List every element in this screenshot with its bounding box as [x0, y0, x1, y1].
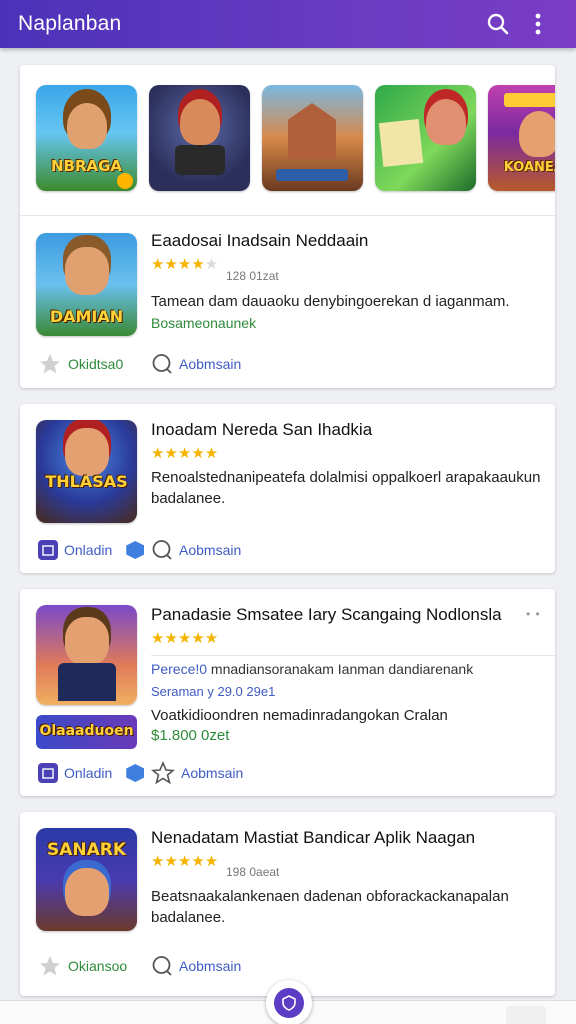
app-icon[interactable]: DAMIAN	[36, 233, 137, 336]
calendar-icon	[38, 540, 58, 560]
install-button[interactable]: Onladin	[38, 762, 145, 784]
app-title-text[interactable]: Nenadatam Mastiat Bandicar Aplik Naagan	[151, 828, 541, 848]
app-title-text[interactable]: Eaadosai Inadsain Neddaain	[151, 231, 541, 251]
comment-button-label: Aobmsain	[179, 542, 242, 558]
favorite-button[interactable]: Aobmsain	[151, 761, 244, 785]
comment-button-label: Aobmsain	[179, 356, 242, 372]
game-carousel[interactable]: NBRAGA KOANEAS	[36, 85, 555, 193]
comment-icon	[152, 540, 172, 560]
star-outline-icon	[40, 956, 60, 976]
app-icon[interactable]: SANARK	[36, 828, 137, 931]
more-vert-icon[interactable]	[518, 4, 558, 44]
comment-button[interactable]: Aobmsain	[151, 955, 241, 977]
app-tagline: Perece!0 mnadiansoranakam Ianman dandiar…	[151, 661, 474, 677]
divider	[20, 215, 555, 216]
carousel-thumb[interactable]	[149, 85, 250, 191]
app-description: Renoalstednanipeatefa dolalmisi oppalkoe…	[151, 469, 541, 507]
rating-stars: ★★★★★	[151, 853, 219, 870]
favorite-button-label: Aobmsain	[181, 765, 244, 781]
calendar-icon	[38, 763, 58, 783]
app-icon-label: SANARK	[46, 840, 127, 860]
app-description: Beatsnaakalankenaen dadenan obforackacka…	[151, 888, 509, 926]
comment-button-label: Aobmsain	[179, 958, 242, 974]
home-fab[interactable]	[266, 980, 312, 1024]
install-button-label: Onladin	[64, 765, 113, 781]
app-icon-label: THLASAS	[45, 472, 128, 491]
comment-button[interactable]: Aobmsain	[151, 353, 241, 375]
app-description: Voatkidioondren nemadinradangokan Cralan	[151, 707, 448, 724]
rating-stars: ★★★★★	[151, 256, 219, 273]
app-card: Olaaaduoen Panadasie Smsatee Iary Scanga…	[20, 589, 555, 796]
app-icon[interactable]	[36, 605, 137, 705]
rating-button-label: Okiansoo	[68, 958, 128, 974]
more-dots-icon[interactable]: • •	[526, 607, 541, 621]
rating-stars: ★★★★★	[151, 630, 219, 647]
app-subtitle: Bosameonaunek	[151, 315, 257, 331]
comment-icon	[152, 354, 172, 374]
rating-button[interactable]: Okidtsa0	[38, 353, 123, 375]
app-title-text[interactable]: Inoadam Nereda San Ihadkia	[151, 420, 541, 440]
app-card: SANARK Nenadatam Mastiat Bandicar Aplik …	[20, 812, 555, 996]
rating-button-label: Okidtsa0	[68, 356, 124, 372]
shield-icon	[282, 995, 296, 1011]
star-outline-icon	[40, 354, 60, 374]
app-title-text[interactable]: Panadasie Smsatee Iary Scangaing Nodlons…	[151, 605, 521, 625]
rating-button[interactable]: Okiansoo	[38, 955, 127, 977]
thumb-label: KOANEAS	[503, 160, 555, 175]
carousel-thumb[interactable]	[375, 85, 476, 191]
app-icon-label: Olaaaduoen	[39, 723, 134, 739]
app-card: THLASAS Inoadam Nereda San Ihadkia ★★★★★…	[20, 404, 555, 573]
featured-card: NBRAGA KOANEAS DAMIAN Eaadosai Inadsain …	[20, 65, 555, 388]
install-button[interactable]: Onladin	[38, 539, 145, 561]
corner-button[interactable]	[506, 1006, 546, 1024]
star-outline-icon	[151, 761, 175, 785]
app-description: Tamean dam dauaoku denybingoerekan d iag…	[151, 293, 510, 310]
download-count: 198 0aeat	[226, 865, 280, 879]
badge-icon	[126, 541, 145, 559]
carousel-thumb[interactable]: NBRAGA	[36, 85, 137, 191]
app-title: Naplanban	[18, 12, 122, 35]
search-icon[interactable]	[478, 4, 518, 44]
app-banner: Olaaaduoen	[36, 715, 137, 749]
badge-icon	[126, 764, 145, 782]
carousel-thumb[interactable]: KOANEAS	[488, 85, 555, 191]
carousel-thumb[interactable]	[262, 85, 363, 191]
comment-button[interactable]: Aobmsain	[151, 539, 241, 561]
rating-stars: ★★★★★	[151, 445, 219, 462]
app-bar: Naplanban	[0, 0, 576, 48]
divider	[151, 655, 555, 656]
download-count: Seraman y 29.0 29e1	[151, 684, 276, 699]
app-icon[interactable]: THLASAS	[36, 420, 137, 523]
install-button-label: Onladin	[64, 542, 113, 558]
comment-icon	[152, 956, 172, 976]
app-icon-label: DAMIAN	[49, 307, 124, 326]
download-count: 128 01zat	[226, 269, 279, 283]
app-price: $1.800 0zet	[151, 727, 230, 744]
